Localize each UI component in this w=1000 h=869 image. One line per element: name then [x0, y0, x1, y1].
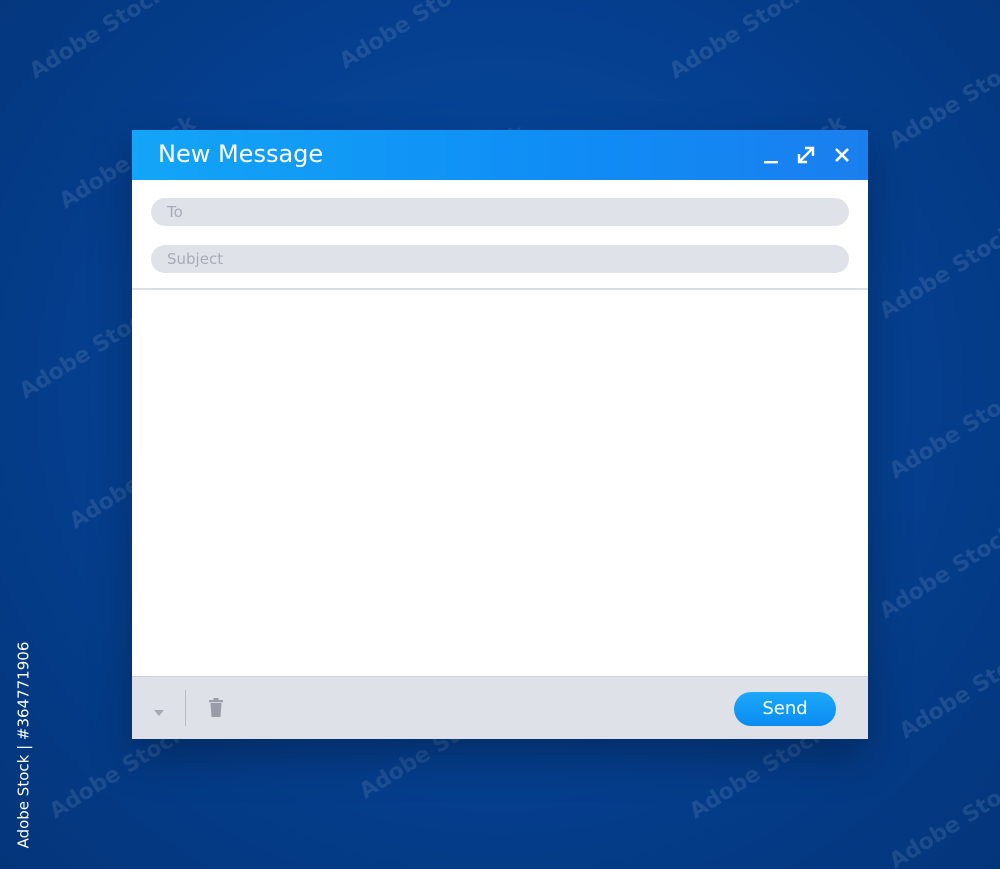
- expand-button[interactable]: [793, 142, 819, 168]
- send-button[interactable]: Send: [734, 692, 836, 726]
- close-icon: [835, 148, 849, 162]
- window-title: New Message: [158, 140, 324, 168]
- stock-id-number: 364771906: [14, 641, 32, 728]
- footer-separator: [185, 690, 186, 726]
- minimize-button[interactable]: [758, 142, 784, 168]
- discard-button[interactable]: [207, 698, 225, 718]
- stock-watermark-text: Adobe Stock: [14, 754, 32, 849]
- message-body[interactable]: [132, 290, 868, 674]
- trash-icon: [209, 698, 223, 717]
- compose-footer: Send: [132, 676, 868, 739]
- close-button[interactable]: [829, 142, 855, 168]
- expand-icon: [797, 146, 815, 164]
- stock-id-label: Adobe Stock | #364771906: [14, 641, 32, 849]
- subject-field[interactable]: [151, 245, 849, 273]
- to-field[interactable]: [151, 198, 849, 226]
- title-bar: New Message: [132, 130, 868, 180]
- minimize-icon: [764, 161, 778, 164]
- dropdown-arrow-icon: [154, 710, 164, 716]
- options-dropdown[interactable]: [152, 703, 166, 716]
- compose-window: New Message To Subject Send: [132, 130, 868, 739]
